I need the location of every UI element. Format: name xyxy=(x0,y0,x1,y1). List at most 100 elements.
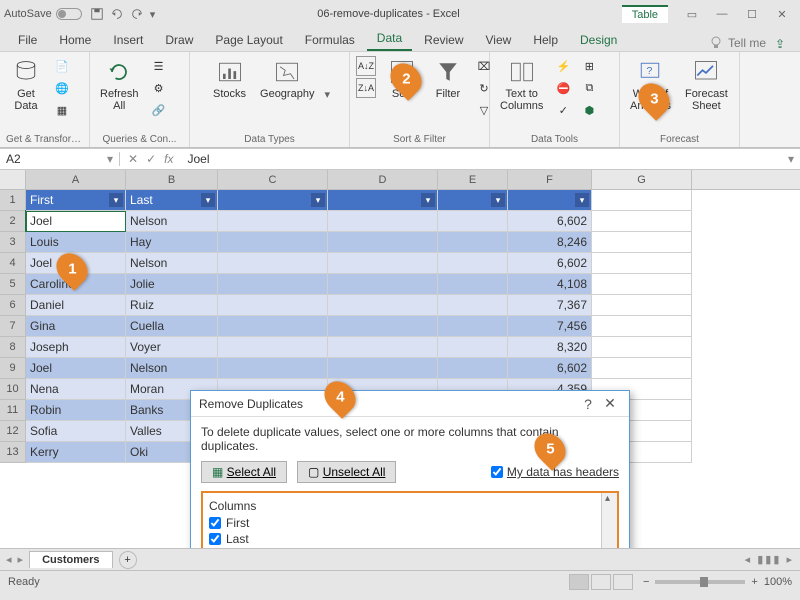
help-icon[interactable]: ? xyxy=(577,396,599,412)
chevron-down-icon[interactable]: ▾ xyxy=(324,88,330,101)
column-header[interactable]: A xyxy=(26,170,126,189)
tab-design[interactable]: Design xyxy=(570,29,627,51)
cell[interactable] xyxy=(328,232,438,253)
table-header-cell[interactable]: First▾ xyxy=(26,190,126,211)
zoom-slider[interactable] xyxy=(655,580,745,584)
select-all-corner[interactable] xyxy=(0,170,26,189)
cell[interactable]: Voyer xyxy=(126,337,218,358)
cell[interactable] xyxy=(218,358,328,379)
cell[interactable] xyxy=(592,316,692,337)
cell[interactable] xyxy=(218,274,328,295)
column-checkbox-item[interactable]: Last xyxy=(209,531,611,547)
cell[interactable]: 4,108 xyxy=(508,274,592,295)
cell[interactable] xyxy=(592,232,692,253)
tab-help[interactable]: Help xyxy=(523,29,568,51)
ribbon-options-icon[interactable]: ▭ xyxy=(678,4,706,24)
text-to-columns-button[interactable]: Text to Columns xyxy=(496,56,547,114)
cell[interactable] xyxy=(328,337,438,358)
column-header[interactable]: F xyxy=(508,170,592,189)
column-header[interactable]: B xyxy=(126,170,218,189)
add-sheet-button[interactable]: + xyxy=(119,551,137,569)
cell[interactable] xyxy=(328,316,438,337)
normal-view-icon[interactable] xyxy=(569,574,589,590)
cell[interactable]: Hay xyxy=(126,232,218,253)
tab-formulas[interactable]: Formulas xyxy=(295,29,365,51)
cell[interactable] xyxy=(592,358,692,379)
cell[interactable]: Joel xyxy=(26,211,126,232)
table-header-cell[interactable]: ▾ xyxy=(218,190,328,211)
cell[interactable]: Sofia xyxy=(26,421,126,442)
page-break-view-icon[interactable] xyxy=(613,574,633,590)
cell[interactable] xyxy=(218,316,328,337)
scrollbar[interactable] xyxy=(601,493,617,548)
cell[interactable]: 8,320 xyxy=(508,337,592,358)
remove-duplicates-icon[interactable]: ⛔ xyxy=(553,78,573,98)
cell[interactable]: Louis xyxy=(26,232,126,253)
zoom-level[interactable]: 100% xyxy=(764,576,792,588)
edit-links-icon[interactable]: 🔗 xyxy=(149,100,169,120)
cell[interactable] xyxy=(592,211,692,232)
row-header[interactable]: 3 xyxy=(0,232,26,253)
cell[interactable] xyxy=(592,295,692,316)
hscroll-icon[interactable]: ◂ ▮▮▮ ▸ xyxy=(745,553,794,566)
row-header[interactable]: 1 xyxy=(0,190,26,211)
row-header[interactable]: 10 xyxy=(0,379,26,400)
cell[interactable] xyxy=(438,316,508,337)
cell[interactable]: Robin xyxy=(26,400,126,421)
cell[interactable] xyxy=(592,337,692,358)
autosave-toggle[interactable]: AutoSave xyxy=(4,8,82,20)
cell[interactable]: Nelson xyxy=(126,253,218,274)
expand-formula-icon[interactable]: ▾ xyxy=(782,152,800,166)
cell[interactable] xyxy=(218,232,328,253)
row-header[interactable]: 4 xyxy=(0,253,26,274)
cell[interactable]: 6,602 xyxy=(508,358,592,379)
sort-az-icon[interactable]: A↓Z xyxy=(356,56,376,76)
cell[interactable]: 6,602 xyxy=(508,253,592,274)
cell[interactable] xyxy=(328,358,438,379)
formula-bar[interactable]: Joel xyxy=(181,152,782,166)
next-sheet-icon[interactable]: ▸ xyxy=(18,553,24,566)
page-layout-view-icon[interactable] xyxy=(591,574,611,590)
tab-page-layout[interactable]: Page Layout xyxy=(205,29,292,51)
row-header[interactable]: 5 xyxy=(0,274,26,295)
cell[interactable]: Daniel xyxy=(26,295,126,316)
cell[interactable] xyxy=(438,253,508,274)
tab-file[interactable]: File xyxy=(8,29,47,51)
tab-home[interactable]: Home xyxy=(49,29,101,51)
filter-dropdown-icon[interactable]: ▾ xyxy=(109,193,123,207)
cell[interactable] xyxy=(438,211,508,232)
cell[interactable]: Kerry xyxy=(26,442,126,463)
cell[interactable] xyxy=(438,274,508,295)
table-header-cell[interactable] xyxy=(592,190,692,211)
undo-icon[interactable] xyxy=(110,7,124,21)
from-text-icon[interactable]: 📄 xyxy=(52,56,72,76)
cell[interactable] xyxy=(328,253,438,274)
tab-review[interactable]: Review xyxy=(414,29,473,51)
cell[interactable] xyxy=(328,295,438,316)
geography-button[interactable]: Geography xyxy=(256,56,318,102)
cell[interactable] xyxy=(438,358,508,379)
cancel-formula-icon[interactable]: ✕ xyxy=(128,152,138,166)
tell-me-search[interactable]: Tell me xyxy=(708,35,766,51)
cell[interactable]: Joel xyxy=(26,358,126,379)
minimize-icon[interactable]: — xyxy=(708,4,736,24)
tab-view[interactable]: View xyxy=(476,29,522,51)
cell[interactable] xyxy=(328,274,438,295)
column-header[interactable]: G xyxy=(592,170,692,189)
cell[interactable]: Jolie xyxy=(126,274,218,295)
consolidate-icon[interactable]: ⊞ xyxy=(579,56,599,76)
from-table-icon[interactable]: ▦ xyxy=(52,100,72,120)
cell[interactable]: 8,246 xyxy=(508,232,592,253)
cell[interactable] xyxy=(328,211,438,232)
cell[interactable] xyxy=(218,337,328,358)
tab-insert[interactable]: Insert xyxy=(103,29,153,51)
tab-data[interactable]: Data xyxy=(367,27,412,51)
flash-fill-icon[interactable]: ⚡ xyxy=(553,56,573,76)
cell[interactable]: Cuella xyxy=(126,316,218,337)
cell[interactable] xyxy=(218,295,328,316)
table-header-cell[interactable]: ▾ xyxy=(328,190,438,211)
data-validation-icon[interactable]: ✓ xyxy=(553,100,573,120)
table-header-cell[interactable]: ▾ xyxy=(508,190,592,211)
zoom-in-icon[interactable]: + xyxy=(751,576,757,588)
get-data-button[interactable]: Get Data xyxy=(6,56,46,114)
